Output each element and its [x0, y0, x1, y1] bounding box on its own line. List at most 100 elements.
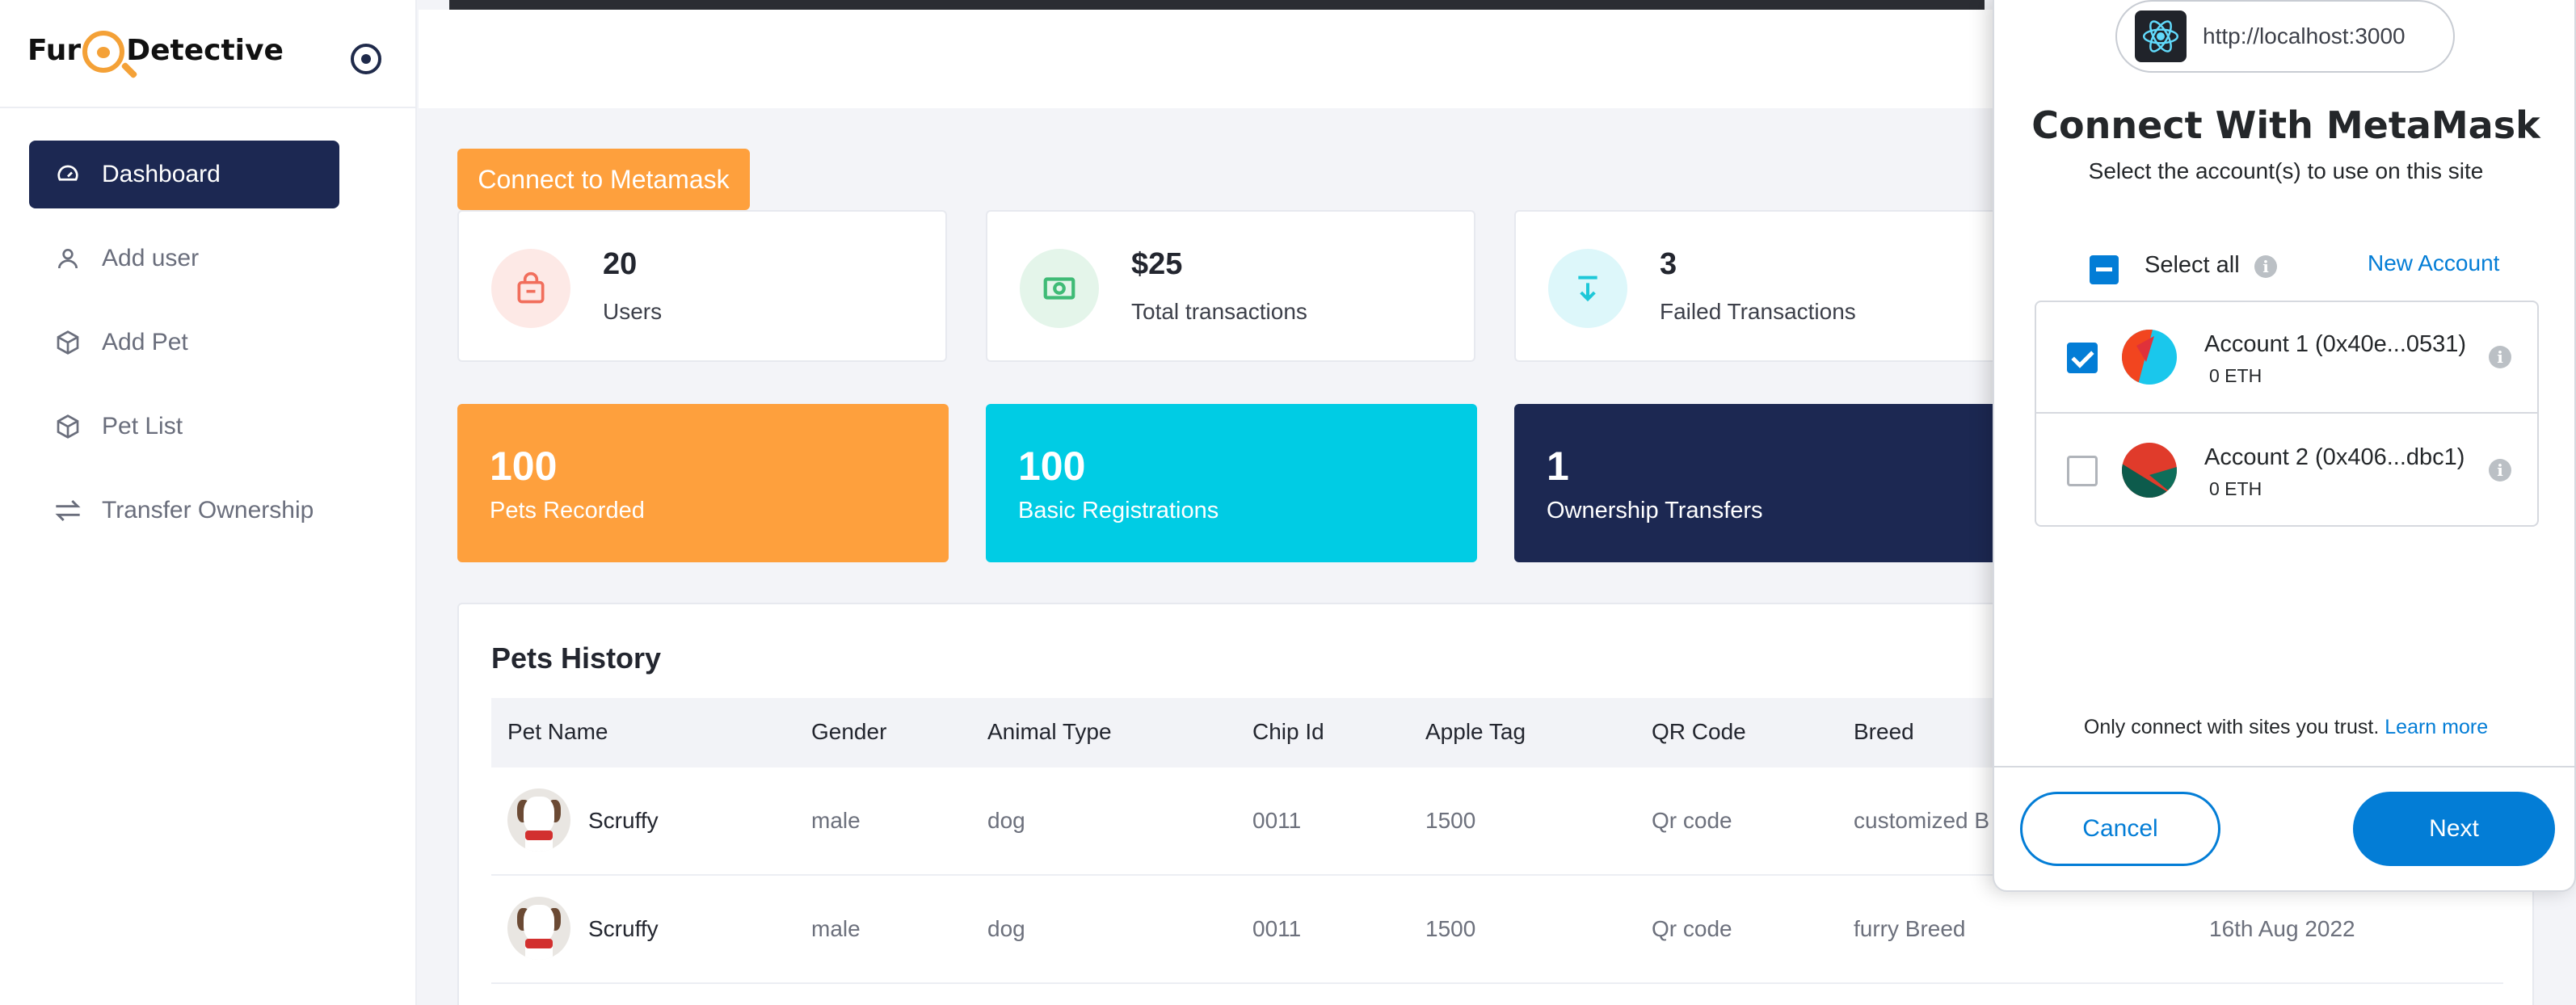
download-arrow-icon — [1548, 249, 1627, 328]
table-row[interactable]: Scruffy male dog 0011 1500 Qr code furry… — [491, 876, 2503, 984]
divider — [1994, 766, 2576, 767]
divider — [0, 107, 417, 108]
pet-date: 16th Aug 2022 — [2209, 916, 2355, 941]
summary-label: Basic Registrations — [1018, 498, 1219, 524]
sidebar-item-label: Dashboard — [102, 161, 221, 187]
account-avatar-icon — [2122, 330, 2177, 385]
sidebar-toggle-icon[interactable] — [351, 44, 381, 74]
account-avatar-icon — [2122, 443, 2177, 498]
next-button[interactable]: Next — [2353, 792, 2555, 866]
box-icon — [52, 414, 84, 439]
account-balance: 0 ETH — [2209, 478, 2262, 499]
info-icon[interactable]: i — [2489, 346, 2511, 368]
info-icon[interactable]: i — [2254, 255, 2277, 278]
trust-notice: Only connect with sites you trust. Learn… — [1994, 716, 2576, 739]
origin-url: http://localhost:3000 — [2203, 23, 2406, 48]
learn-more-link[interactable]: Learn more — [2384, 716, 2488, 738]
info-icon[interactable]: i — [2489, 459, 2511, 481]
account-checkbox[interactable] — [2067, 343, 2098, 373]
column-header[interactable]: QR Code — [1652, 719, 1746, 745]
panel-title: Pets History — [491, 641, 662, 675]
column-header[interactable]: Gender — [811, 719, 886, 745]
box-icon — [52, 330, 84, 355]
stat-value: 20 — [603, 247, 638, 281]
stat-card-total-transactions: $25 Total transactions — [986, 210, 1475, 362]
summary-value: 100 — [490, 444, 558, 489]
pet-breed: customized B — [1854, 808, 1990, 833]
stat-label: Users — [603, 299, 663, 324]
account-item[interactable]: Account 2 (0x406...dbc1) 0 ETH i — [2036, 415, 2537, 527]
column-header[interactable]: Chip Id — [1252, 719, 1324, 745]
summary-value: 100 — [1018, 444, 1086, 489]
pet-name: Scruffy — [588, 916, 659, 941]
column-header[interactable]: Breed — [1854, 719, 1914, 745]
pet-gender: male — [811, 916, 861, 941]
browser-top-strip — [449, 0, 1985, 10]
pet-avatar — [507, 788, 570, 852]
stat-value: 3 — [1660, 247, 1677, 281]
gauge-icon — [52, 162, 84, 187]
sidebar-item-add-pet[interactable]: Add Pet — [29, 309, 339, 376]
pet-chip-id: 0011 — [1252, 808, 1302, 833]
pet-qr-code: Qr code — [1652, 808, 1732, 833]
sidebar-item-pet-list[interactable]: Pet List — [29, 393, 339, 460]
sidebar-item-label: Transfer Ownership — [102, 497, 314, 524]
pet-avatar — [507, 897, 570, 960]
summary-label: Ownership Transfers — [1547, 498, 1763, 524]
sidebar-item-dashboard[interactable]: Dashboard — [29, 141, 339, 208]
metamask-connect-popup: http://localhost:3000 Connect With MetaM… — [1993, 0, 2576, 892]
pet-name: Scruffy — [588, 808, 659, 833]
sidebar-item-label: Pet List — [102, 413, 183, 439]
account-name: Account 2 (0x406...dbc1) — [2204, 444, 2465, 470]
sidebar-item-add-user[interactable]: Add user — [29, 225, 339, 292]
pet-gender: male — [811, 808, 861, 833]
select-all-checkbox[interactable] — [2090, 255, 2119, 284]
select-all-label: Select all — [2145, 252, 2240, 278]
transfer-arrows-icon — [52, 498, 84, 524]
app-logo[interactable]: Fur Detective — [27, 29, 284, 73]
sidebar: Fur Detective Dashboard Add user Add Pet… — [0, 0, 417, 1005]
summary-label: Pets Recorded — [490, 498, 645, 524]
pet-breed: furry Breed — [1854, 916, 1966, 941]
pet-chip-id: 0011 — [1252, 916, 1302, 941]
account-item[interactable]: Account 1 (0x40e...0531) 0 ETH i — [2036, 302, 2537, 414]
column-header[interactable]: Animal Type — [987, 719, 1112, 745]
cancel-button[interactable]: Cancel — [2020, 792, 2220, 866]
pet-qr-code: Qr code — [1652, 916, 1732, 941]
summary-card-basic-registrations: 100 Basic Registrations — [986, 404, 1477, 562]
column-header[interactable]: Apple Tag — [1425, 719, 1526, 745]
pet-apple-tag: 1500 — [1425, 916, 1476, 941]
logo-text-detective: Detective — [126, 33, 284, 67]
stat-value: $25 — [1131, 247, 1183, 281]
magnifier-paw-icon — [82, 31, 125, 73]
logo-text-fur: Fur — [27, 33, 82, 67]
stat-card-users: 20 Users — [457, 210, 947, 362]
column-header[interactable]: Pet Name — [507, 719, 608, 745]
pet-apple-tag: 1500 — [1425, 808, 1476, 833]
react-logo-icon — [2135, 11, 2187, 62]
connect-metamask-button[interactable]: Connect to Metamask — [457, 149, 750, 210]
user-icon — [52, 246, 84, 271]
popup-subtitle: Select the account(s) to use on this sit… — [2088, 158, 2484, 183]
account-checkbox[interactable] — [2067, 456, 2098, 486]
site-origin-pill: http://localhost:3000 — [2115, 0, 2455, 73]
trust-notice-text: Only connect with sites you trust. — [2083, 716, 2380, 738]
stat-label: Total transactions — [1131, 299, 1307, 324]
summary-card-pets-recorded: 100 Pets Recorded — [457, 404, 949, 562]
stat-card-failed-transactions: 3 Failed Transactions — [1514, 210, 2004, 362]
pet-type: dog — [987, 808, 1025, 833]
sidebar-item-transfer-ownership[interactable]: Transfer Ownership — [29, 477, 339, 545]
sidebar-item-label: Add Pet — [102, 329, 188, 355]
pet-type: dog — [987, 916, 1025, 941]
account-list: Account 1 (0x40e...0531) 0 ETH i Account… — [2035, 301, 2539, 527]
account-balance: 0 ETH — [2209, 365, 2262, 386]
cash-icon — [1020, 249, 1099, 328]
summary-value: 1 — [1547, 444, 1569, 489]
new-account-link[interactable]: New Account — [2368, 250, 2499, 276]
summary-card-ownership-transfers: 1 Ownership Transfers — [1514, 404, 2006, 562]
account-name: Account 1 (0x40e...0531) — [2204, 331, 2467, 357]
popup-title: Connect With MetaMask — [2031, 103, 2540, 147]
shopping-bag-icon — [491, 249, 570, 328]
stat-label: Failed Transactions — [1660, 299, 1856, 324]
sidebar-item-label: Add user — [102, 245, 200, 271]
